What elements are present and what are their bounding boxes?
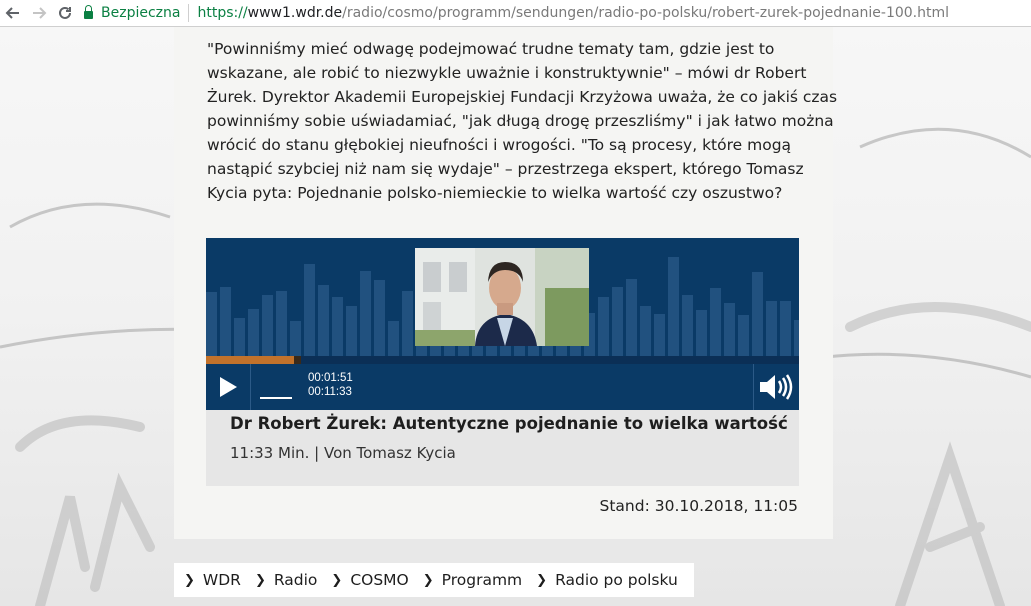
waveform-bar bbox=[710, 288, 721, 356]
control-divider bbox=[250, 364, 251, 410]
waveform-visual bbox=[206, 238, 799, 356]
browser-toolbar: Bezpieczna https://www1.wdr.de/radio/cos… bbox=[0, 0, 1031, 27]
chevron-right-icon: ❯ bbox=[254, 572, 266, 588]
article-line: powinniśmy sobie uświadamiać, "jak długą… bbox=[207, 112, 834, 130]
chevron-right-icon: ❯ bbox=[184, 572, 195, 588]
speaker-photo bbox=[415, 248, 589, 346]
breadcrumb-label: COSMO bbox=[350, 571, 409, 589]
waveform-bar bbox=[794, 320, 799, 356]
player-controls: 00:01:51 00:11:33 bbox=[206, 364, 799, 410]
chevron-right-icon: ❯ bbox=[422, 572, 434, 588]
last-updated: Stand: 30.10.2018, 11:05 bbox=[599, 497, 799, 515]
url-host: www1.wdr.de bbox=[247, 5, 343, 21]
waveform-bar bbox=[290, 321, 301, 356]
waveform-bar bbox=[234, 318, 245, 356]
breadcrumb-label: Radio po polsku bbox=[555, 571, 678, 589]
waveform-bar bbox=[626, 279, 637, 356]
reload-icon[interactable] bbox=[52, 0, 78, 26]
progress-bar[interactable] bbox=[206, 356, 799, 364]
waveform-bar bbox=[360, 271, 371, 356]
audio-player: 00:01:51 00:11:33 bbox=[206, 238, 799, 410]
waveform-bar bbox=[738, 315, 749, 356]
waveform-bar bbox=[304, 264, 315, 356]
audio-title[interactable]: Dr Robert Żurek: Autentyczne pojednanie … bbox=[230, 414, 788, 433]
waveform-bar bbox=[766, 301, 777, 356]
mute-button[interactable] bbox=[753, 364, 799, 410]
waveform-bar bbox=[374, 280, 385, 356]
play-button[interactable] bbox=[206, 364, 250, 410]
chevron-right-icon: ❯ bbox=[331, 572, 343, 588]
breadcrumb-item-cosmo[interactable]: ❯ COSMO bbox=[331, 571, 408, 589]
play-icon bbox=[220, 377, 237, 397]
security-indicator[interactable]: Bezpieczna bbox=[84, 2, 180, 24]
chevron-right-icon: ❯ bbox=[536, 572, 548, 588]
breadcrumb-label: Radio bbox=[273, 571, 318, 589]
waveform-bar bbox=[388, 321, 399, 356]
waveform-bar bbox=[262, 295, 273, 356]
address-bar[interactable]: https://www1.wdr.de/radio/cosmo/programm… bbox=[197, 5, 949, 21]
waveform-bar bbox=[682, 295, 693, 356]
audio-subtitle: 11:33 Min. | Von Tomasz Kycia bbox=[230, 444, 456, 462]
waveform-bar bbox=[318, 285, 329, 356]
elapsed-time: 00:01:51 bbox=[308, 372, 353, 384]
progress-handle[interactable] bbox=[294, 356, 301, 364]
breadcrumb-item-radio-po-polsku[interactable]: ❯ Radio po polsku bbox=[536, 571, 678, 589]
volume-slider[interactable] bbox=[260, 397, 292, 399]
waveform-bar bbox=[276, 291, 287, 356]
speaker-icon bbox=[760, 374, 793, 400]
waveform-bar bbox=[220, 287, 231, 356]
waveform-bar bbox=[598, 297, 609, 356]
waveform-bar bbox=[402, 291, 413, 356]
lock-icon bbox=[84, 5, 93, 19]
article-line: wrócić do stanu głębokiej nieufności i w… bbox=[207, 136, 792, 154]
breadcrumb-label: WDR bbox=[202, 571, 241, 589]
waveform-bar bbox=[668, 257, 679, 356]
article-body: "Powinniśmy mieć odwagę podejmować trudn… bbox=[207, 37, 838, 205]
article-line: Kycia pyta: Pojednanie polsko-niemieckie… bbox=[207, 184, 783, 202]
waveform-bar bbox=[654, 314, 665, 356]
breadcrumb: ❯ WDR ❯ Radio ❯ COSMO ❯ Programm ❯ Radio po p… bbox=[174, 563, 694, 597]
url-divider bbox=[188, 4, 190, 22]
secure-label: Bezpieczna bbox=[101, 5, 181, 21]
url-path: /radio/cosmo/programm/sendungen/radio-po… bbox=[342, 5, 950, 21]
forward-arrow-icon[interactable] bbox=[26, 0, 52, 26]
breadcrumb-item-wdr[interactable]: ❯ WDR bbox=[184, 571, 241, 589]
waveform-bar bbox=[780, 301, 791, 356]
url-protocol: https:// bbox=[197, 5, 248, 21]
total-time: 00:11:33 bbox=[308, 386, 352, 398]
time-display: 00:01:51 00:11:33 bbox=[308, 371, 353, 399]
waveform-bar bbox=[206, 292, 217, 356]
waveform-bar bbox=[724, 303, 735, 356]
audio-info: Dr Robert Żurek: Autentyczne pojednanie … bbox=[206, 410, 799, 486]
article-line: wskazane, ale robić to niezwykle uważnie… bbox=[207, 64, 807, 82]
waveform-bar bbox=[346, 306, 357, 356]
waveform-bar bbox=[640, 306, 651, 356]
article-line: "Powinniśmy mieć odwagę podejmować trudn… bbox=[207, 40, 775, 58]
breadcrumb-item-programm[interactable]: ❯ Programm bbox=[423, 571, 522, 589]
article-line: nastąpić szybciej niż nam się wydaje" – … bbox=[207, 160, 804, 178]
waveform-bar bbox=[612, 287, 623, 356]
waveform-bar bbox=[248, 309, 259, 356]
waveform-bar bbox=[696, 310, 707, 356]
breadcrumb-item-radio[interactable]: ❯ Radio bbox=[255, 571, 317, 589]
progress-fill bbox=[206, 356, 294, 364]
waveform-bar bbox=[332, 297, 343, 356]
waveform-bar bbox=[752, 272, 763, 356]
back-arrow-icon[interactable] bbox=[0, 0, 26, 26]
breadcrumb-label: Programm bbox=[441, 571, 523, 589]
article-line: Żurek. Dyrektor Akademii Europejskiej Fu… bbox=[207, 88, 838, 106]
